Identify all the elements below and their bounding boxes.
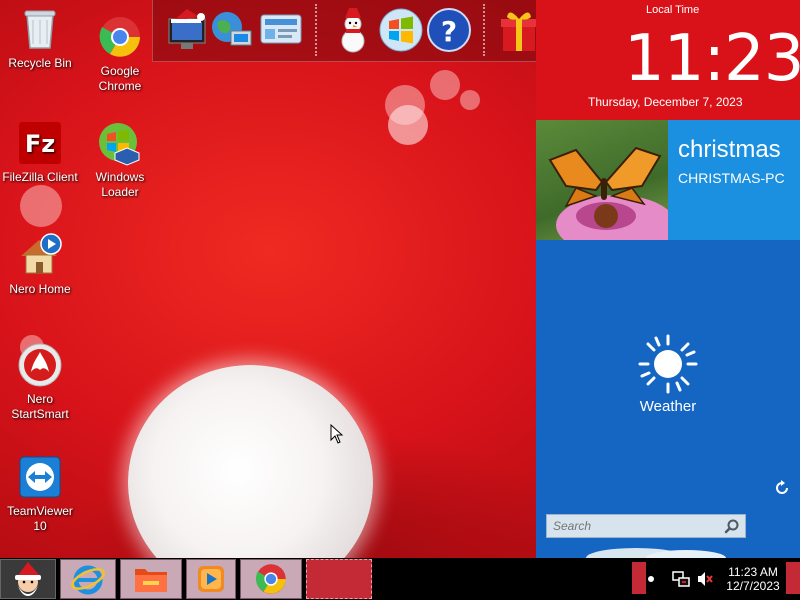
nero-startsmart-icon xyxy=(17,342,63,388)
bokeh-light xyxy=(430,70,460,100)
chrome-icon xyxy=(255,564,286,594)
clock-gadget: Local Time 11:23 Thursday, December 7, 2… xyxy=(536,0,800,120)
desktop-icon-label: TeamViewer 10 xyxy=(7,504,73,533)
desktop-icon-google-chrome[interactable]: Google Chrome xyxy=(80,14,160,94)
svg-text:Fz: Fz xyxy=(25,130,55,158)
tray-time: 11:23 AM xyxy=(728,565,778,579)
mouse-cursor-icon xyxy=(330,424,344,444)
flower-photo-strip xyxy=(586,548,726,558)
svg-text:?: ? xyxy=(441,15,457,48)
desktop-icon-filezilla[interactable]: Fz FileZilla Client xyxy=(0,120,80,185)
desktop-icon-label: Recycle Bin xyxy=(8,56,72,70)
desktop-icon-label: Nero StartSmart xyxy=(11,392,69,421)
clock-time: 11:23 xyxy=(624,22,800,96)
dock-separator xyxy=(483,4,485,56)
internet-explorer-icon xyxy=(71,565,105,595)
bokeh-light xyxy=(20,185,62,227)
tray-clock[interactable]: 11:23 AM 12/7/2023 xyxy=(718,565,788,593)
sun-icon xyxy=(638,334,698,394)
desktop-icon-nero-startsmart[interactable]: Nero StartSmart xyxy=(0,342,80,422)
dock-snowman[interactable] xyxy=(329,5,377,55)
desktop-icon-label: Nero Home xyxy=(9,282,71,296)
desktop-icon-windows-loader[interactable]: Windows Loader xyxy=(80,120,160,200)
weather-tile[interactable]: Weather xyxy=(536,240,800,504)
clock-label: Local Time xyxy=(646,4,700,16)
tray-indicator xyxy=(632,562,646,594)
windows-orb-icon xyxy=(379,8,423,52)
refresh-icon[interactable] xyxy=(774,480,790,496)
search-panel xyxy=(536,504,800,558)
dock-separator xyxy=(315,4,317,56)
computer-name: CHRISTMAS-PC xyxy=(678,170,785,186)
media-player-icon xyxy=(198,566,224,592)
santa-monitor-icon xyxy=(168,9,206,49)
chrome-icon xyxy=(97,14,143,60)
file-explorer-icon xyxy=(135,569,167,592)
search-input[interactable] xyxy=(546,514,746,538)
desktop-icon-recycle-bin[interactable]: Recycle Bin xyxy=(0,6,80,71)
desktop-icon-nero-home[interactable]: Nero Home xyxy=(0,232,80,297)
nero-home-icon xyxy=(17,232,63,278)
dock-globe-network[interactable] xyxy=(207,5,255,55)
desktop-icon-label: FileZilla Client xyxy=(2,170,78,184)
bokeh-light xyxy=(460,90,480,110)
network-icon[interactable] xyxy=(672,570,690,588)
santa-start-icon xyxy=(15,562,41,596)
start-button[interactable] xyxy=(0,559,56,599)
globe-network-icon xyxy=(212,12,252,46)
desktop-icon-label: Windows Loader xyxy=(95,170,145,199)
tray-dot-icon[interactable] xyxy=(648,576,654,582)
control-panel-icon xyxy=(260,14,302,44)
user-name: christmas xyxy=(678,136,781,163)
teamviewer-icon xyxy=(17,454,63,500)
butterfly-photo xyxy=(548,146,668,240)
weather-label: Weather xyxy=(639,398,697,415)
snowman-icon xyxy=(341,8,365,53)
volume-muted-icon[interactable] xyxy=(696,570,714,588)
clock-date: Thursday, December 7, 2023 xyxy=(588,95,743,109)
filezilla-icon: Fz xyxy=(17,120,63,166)
taskbar-quick-launch-area[interactable] xyxy=(306,559,372,599)
tray-date: 12/7/2023 xyxy=(726,579,780,593)
dock-santa-monitor[interactable] xyxy=(163,5,211,55)
taskbar-chrome[interactable] xyxy=(240,559,302,599)
show-desktop-button[interactable] xyxy=(786,562,800,594)
taskbar: 11:23 AM 12/7/2023 xyxy=(0,558,800,600)
user-account-tile[interactable]: christmas CHRISTMAS-PC xyxy=(668,120,800,240)
bokeh-light xyxy=(388,105,428,145)
dock-windows-orb[interactable] xyxy=(377,5,425,55)
taskbar-media-player[interactable] xyxy=(186,559,236,599)
desktop-icon-label: Google Chrome xyxy=(98,64,142,93)
windows-loader-icon xyxy=(97,120,143,166)
recycle-bin-icon xyxy=(17,6,63,52)
desktop-icon-teamviewer[interactable]: TeamViewer 10 xyxy=(0,454,80,534)
search-icon[interactable] xyxy=(724,518,740,534)
dock-control-panel[interactable] xyxy=(257,5,305,55)
dock-help[interactable]: ? xyxy=(425,5,473,55)
user-photo-tile[interactable] xyxy=(536,120,668,240)
help-icon: ? xyxy=(427,8,471,52)
taskbar-file-explorer[interactable] xyxy=(120,559,182,599)
taskbar-internet-explorer[interactable] xyxy=(60,559,116,599)
